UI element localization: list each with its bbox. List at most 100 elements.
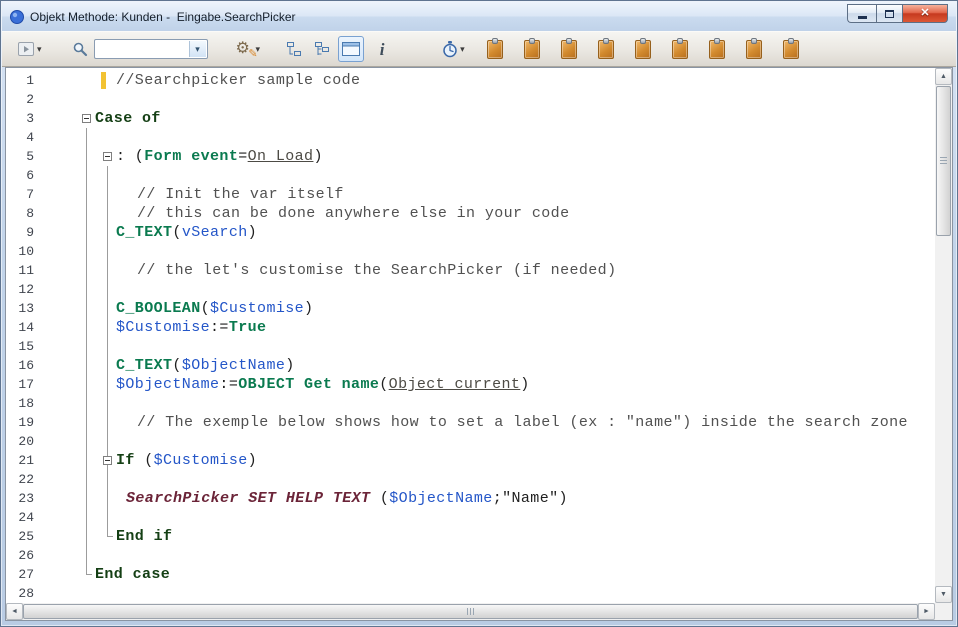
clipboard-button-5[interactable] (631, 36, 655, 62)
line-number[interactable]: 15 (6, 337, 34, 356)
clipboard-button-2[interactable] (520, 36, 544, 62)
minimize-button[interactable] (847, 4, 876, 23)
collapse-structure-button[interactable] (282, 36, 306, 62)
code-token-variable: $ObjectName (389, 490, 492, 507)
code-line[interactable]: 25End if (6, 527, 935, 546)
titlebar[interactable]: Objekt Methode: Kunden - Eingabe.SearchP… (2, 2, 956, 31)
info-button[interactable]: i (370, 36, 394, 62)
macros-button[interactable]: ⚙ ✎ ▾ (232, 36, 265, 62)
line-number[interactable]: 18 (6, 394, 34, 413)
line-number[interactable]: 9 (6, 223, 34, 242)
code-line[interactable]: 21If ($Customise) (6, 451, 935, 470)
line-number[interactable]: 27 (6, 565, 34, 584)
line-number[interactable]: 7 (6, 185, 34, 204)
fold-toggle[interactable] (103, 152, 112, 161)
maximize-button[interactable] (876, 4, 903, 23)
code-line[interactable]: 10 (6, 242, 935, 261)
code-line[interactable]: 20 (6, 432, 935, 451)
scrollbar-corner (935, 603, 952, 620)
fold-toggle[interactable] (103, 456, 112, 465)
close-button[interactable]: ✕ (903, 4, 948, 23)
info-icon: i (380, 41, 385, 58)
code-line[interactable]: 23SearchPicker SET HELP TEXT ($ObjectNam… (6, 489, 935, 508)
code-line[interactable]: 26 (6, 546, 935, 565)
clipboard-button-3[interactable] (557, 36, 581, 62)
line-number[interactable]: 4 (6, 128, 34, 147)
line-number[interactable]: 26 (6, 546, 34, 565)
vertical-scrollbar[interactable]: ▲ ▼ (935, 68, 952, 603)
code-line[interactable]: 4 (6, 128, 935, 147)
clipboard-buttons (483, 36, 803, 62)
code-line[interactable]: 9C_TEXT(vSearch) (6, 223, 935, 242)
close-icon: ✕ (920, 8, 929, 19)
scroll-down-button[interactable]: ▼ (935, 586, 952, 603)
line-number[interactable]: 5 (6, 147, 34, 166)
scroll-up-button[interactable]: ▲ (935, 68, 952, 85)
line-number[interactable]: 13 (6, 299, 34, 318)
code-line[interactable]: 12 (6, 280, 935, 299)
code-line[interactable]: 14$Customise:=True (6, 318, 935, 337)
code-line[interactable]: 8// this can be done anywhere else in yo… (6, 204, 935, 223)
clipboard-button-4[interactable] (594, 36, 618, 62)
line-number[interactable]: 19 (6, 413, 34, 432)
code-line[interactable]: 7// Init the var itself (6, 185, 935, 204)
fold-toggle[interactable] (82, 114, 91, 123)
code-line[interactable]: 5: (Form event=On Load) (6, 147, 935, 166)
horizontal-scrollbar[interactable]: ◄ ► (6, 603, 935, 620)
full-window-view-button[interactable] (338, 36, 364, 62)
line-number[interactable]: 23 (6, 489, 34, 508)
code-line[interactable]: 28 (6, 584, 935, 603)
clipboard-button-7[interactable] (705, 36, 729, 62)
clipboard-button-6[interactable] (668, 36, 692, 62)
code-token-plain: ( (172, 357, 181, 374)
line-number[interactable]: 20 (6, 432, 34, 451)
code-area[interactable]: 1//Searchpicker sample code23Case of45: … (6, 68, 935, 603)
line-number[interactable]: 2 (6, 90, 34, 109)
code-line[interactable]: 19// The exemple below shows how to set … (6, 413, 935, 432)
code-line[interactable]: 24 (6, 508, 935, 527)
line-number[interactable]: 16 (6, 356, 34, 375)
vertical-scroll-thumb[interactable] (936, 86, 951, 236)
clipboard-button-8[interactable] (742, 36, 766, 62)
search-combobox[interactable]: ▾ (94, 39, 208, 59)
line-number[interactable]: 24 (6, 508, 34, 527)
line-number[interactable]: 8 (6, 204, 34, 223)
line-number[interactable]: 11 (6, 261, 34, 280)
clipboard-button-1[interactable] (483, 36, 507, 62)
search-button[interactable] (68, 36, 92, 62)
line-number[interactable]: 25 (6, 527, 34, 546)
line-number[interactable]: 1 (6, 71, 34, 90)
code-token-keyword: If (116, 452, 135, 469)
horizontal-scroll-thumb[interactable] (23, 604, 918, 619)
code-line[interactable]: 27End case (6, 565, 935, 584)
code-line[interactable]: 6 (6, 166, 935, 185)
combobox-dropdown-button[interactable]: ▾ (189, 41, 206, 57)
code-line[interactable]: 2 (6, 90, 935, 109)
line-number[interactable]: 17 (6, 375, 34, 394)
clipboard-button-9[interactable] (779, 36, 803, 62)
code-line[interactable]: 18 (6, 394, 935, 413)
recent-commands-button[interactable]: ▾ (438, 36, 469, 62)
code-line[interactable]: 16C_TEXT($ObjectName) (6, 356, 935, 375)
line-number[interactable]: 22 (6, 470, 34, 489)
code-token-keyword: Case of (95, 110, 161, 127)
expand-structure-button[interactable] (310, 36, 334, 62)
line-number[interactable]: 21 (6, 451, 34, 470)
code-line[interactable]: 15 (6, 337, 935, 356)
line-number[interactable]: 3 (6, 109, 34, 128)
line-number[interactable]: 6 (6, 166, 34, 185)
line-number[interactable]: 28 (6, 584, 34, 603)
code-line[interactable]: 22 (6, 470, 935, 489)
line-number[interactable]: 14 (6, 318, 34, 337)
line-number[interactable]: 10 (6, 242, 34, 261)
code-line[interactable]: 17$ObjectName:=OBJECT Get name(Object cu… (6, 375, 935, 394)
code-line[interactable]: 3 Case of (6, 109, 935, 128)
scroll-right-button[interactable]: ► (918, 603, 935, 620)
code-line[interactable]: 13C_BOOLEAN($Customise) (6, 299, 935, 318)
code-token-plain: ) (285, 357, 294, 374)
scroll-left-button[interactable]: ◄ (6, 603, 23, 620)
code-line[interactable]: 11// the let's customise the SearchPicke… (6, 261, 935, 280)
run-method-button[interactable]: ▾ (14, 36, 46, 62)
line-number[interactable]: 12 (6, 280, 34, 299)
code-line[interactable]: 1//Searchpicker sample code (6, 71, 935, 90)
